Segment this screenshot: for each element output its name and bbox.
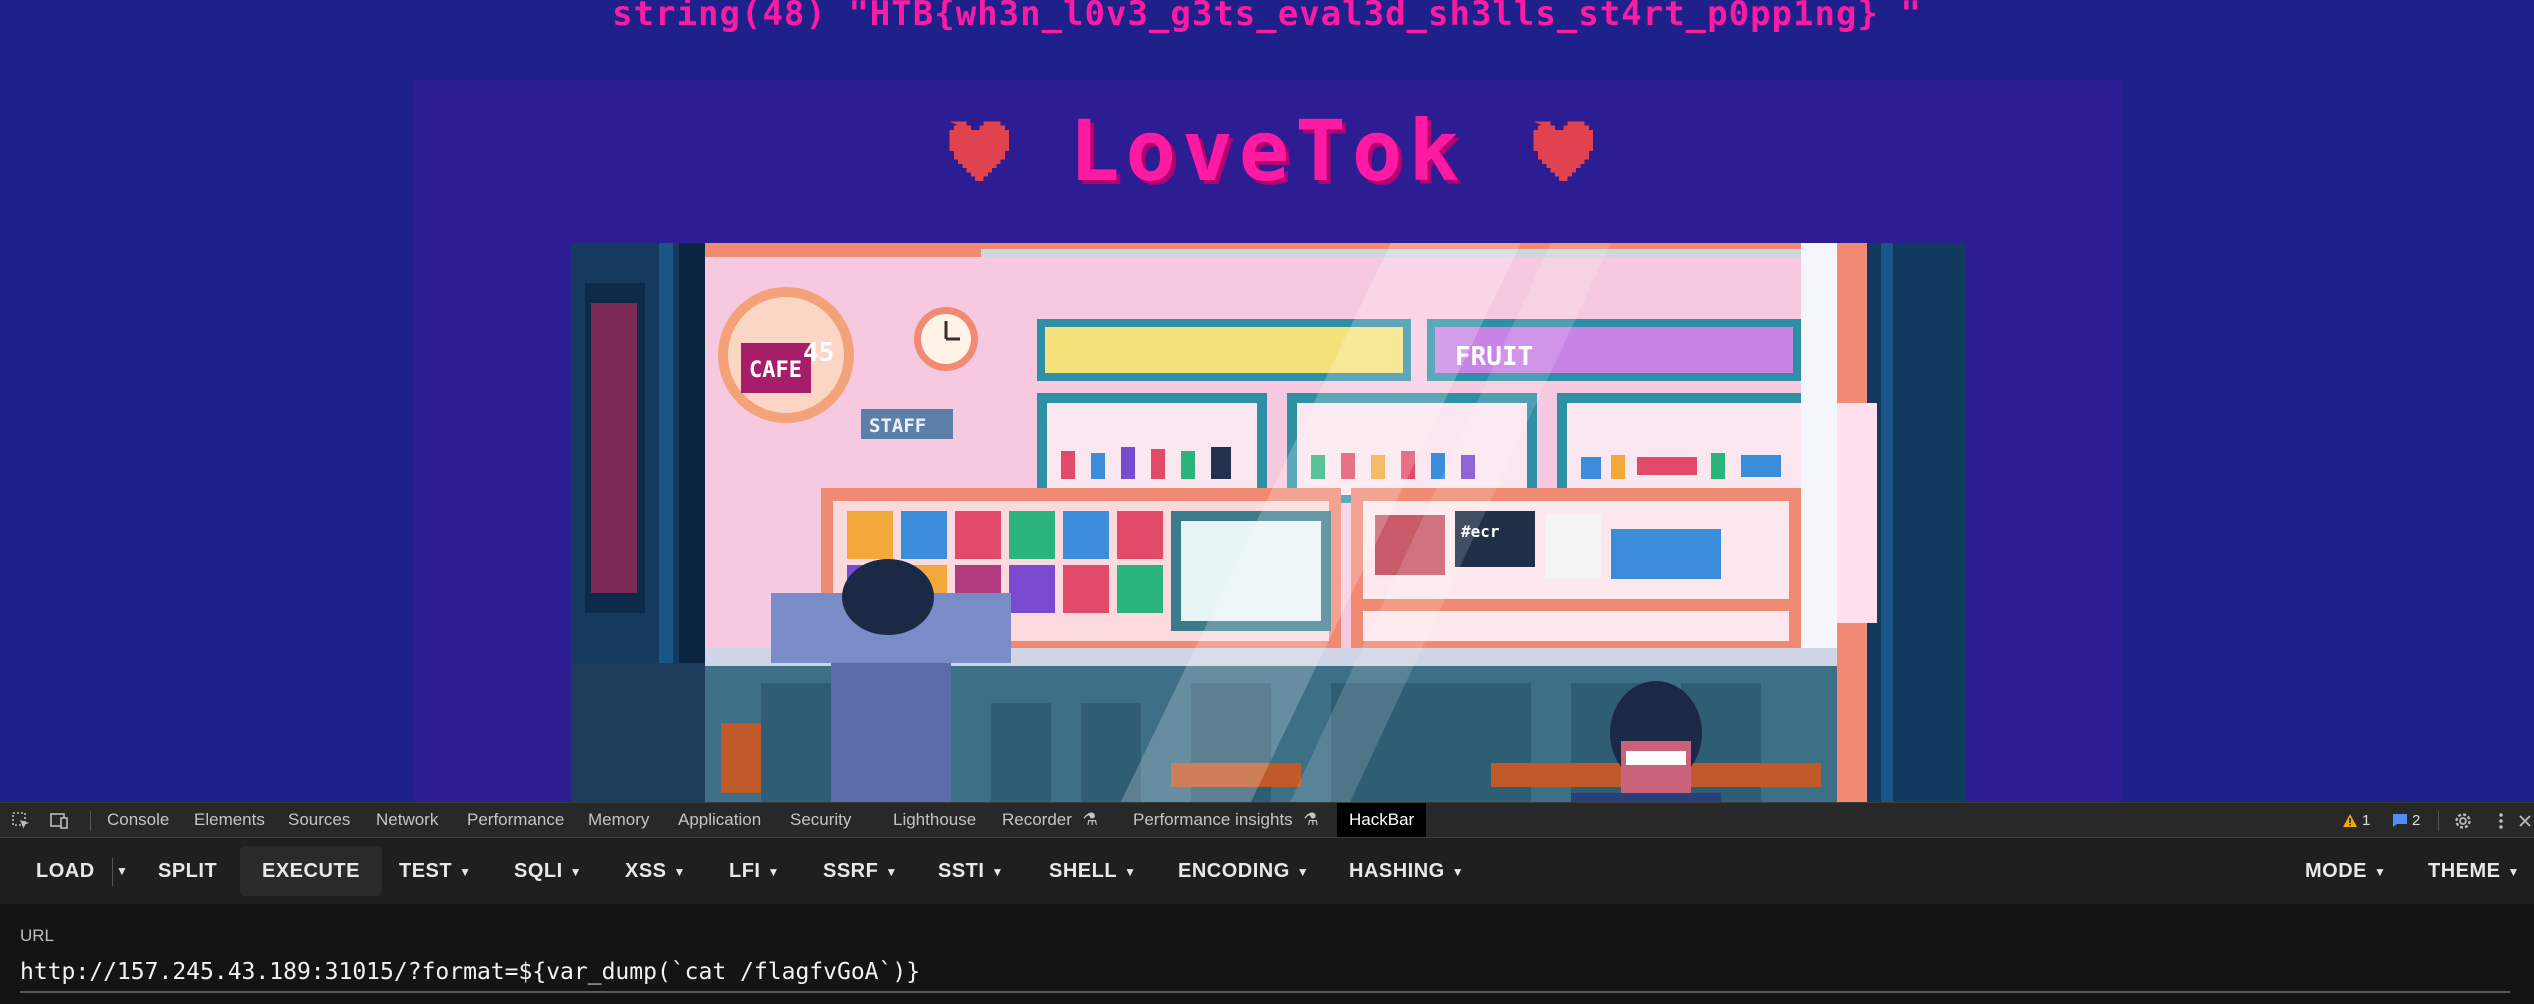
more-vertical-icon[interactable] [2490, 810, 2512, 832]
ssti-menu-label: SSTI [938, 860, 985, 882]
test-menu[interactable]: TEST ▼ [399, 846, 472, 896]
caret-down-icon: ▼ [2374, 864, 2387, 879]
xss-menu-label: XSS [625, 860, 667, 882]
lfi-menu[interactable]: LFI ▼ [729, 846, 780, 896]
encoding-menu-label: ENCODING [1178, 860, 1290, 882]
hashing-menu[interactable]: HASHING ▼ [1349, 846, 1464, 896]
shell-menu-label: SHELL [1049, 860, 1118, 882]
mode-menu-label: MODE [2305, 860, 2367, 882]
close-icon[interactable] [2514, 810, 2534, 832]
sqli-menu[interactable]: SQLI ▼ [514, 846, 582, 896]
var-dump-output: string(48) "HTB{wh3n_l0v3_g3ts_eval3d_sh… [612, 0, 1922, 34]
cafe-illustration: CAFE 45 STAFF FRUIT #ecr [571, 243, 1965, 802]
cafe-sign-number: 45 [803, 338, 834, 368]
page-title: LoveTok [1068, 102, 1465, 200]
flask-icon: ⚗ [1303, 810, 1319, 829]
tab-sources[interactable]: Sources [288, 803, 350, 837]
theme-menu[interactable]: THEME ▼ [2428, 846, 2520, 896]
caret-down-icon: ▼ [1124, 864, 1137, 879]
warnings-count: 1 [2362, 811, 2371, 829]
hackbar-toolbar: LOAD ▼ SPLIT EXECUTE TEST ▼ SQLI ▼ XSS ▼ LF… [0, 838, 2534, 904]
inspect-icon[interactable] [10, 810, 32, 832]
heart-icon [1533, 121, 1593, 181]
caret-down-icon: ▼ [1451, 864, 1465, 879]
caret-down-icon: ▼ [991, 864, 1004, 879]
ssrf-menu-label: SSRF [823, 860, 879, 882]
webpage: string(48) "HTB{wh3n_l0v3_g3ts_eval3d_sh… [0, 0, 2534, 802]
main-card: LoveTok CAFE 45 STAFF FRUIT #ecr [413, 80, 2121, 802]
url-label: URL [20, 926, 55, 945]
hashing-menu-label: HASHING [1349, 860, 1445, 882]
ssti-menu[interactable]: SSTI ▼ [938, 846, 1004, 896]
messages-badge[interactable]: 2 [2392, 810, 2420, 830]
tab-hackbar[interactable]: HackBar [1337, 803, 1427, 837]
settings-gear-icon[interactable] [2452, 810, 2474, 832]
sqli-menu-label: SQLI [514, 860, 563, 882]
tab-recorder[interactable]: Recorder ⚗ [1002, 803, 1098, 837]
toolbar-divider [2438, 811, 2439, 831]
tab-performance-insights-label: Performance insights [1133, 810, 1293, 829]
tab-application[interactable]: Application [678, 803, 761, 837]
caret-down-icon: ▼ [673, 864, 686, 879]
load-divider [112, 858, 113, 886]
warnings-badge[interactable]: 1 [2342, 810, 2370, 830]
url-section: URL [0, 904, 2534, 1004]
lfi-menu-label: LFI [729, 860, 761, 882]
theme-menu-label: THEME [2428, 860, 2501, 882]
caret-down-icon: ▼ [569, 864, 583, 879]
tab-performance-insights[interactable]: Performance insights ⚗ [1133, 803, 1319, 837]
devtools-panel: Console Elements Sources Network Perform… [0, 802, 2534, 1004]
execute-button[interactable]: EXECUTE [240, 846, 382, 896]
url-input[interactable] [20, 953, 2510, 993]
tab-console[interactable]: Console [107, 803, 169, 837]
tab-security[interactable]: Security [790, 803, 851, 837]
staff-sign-text: STAFF [869, 415, 926, 437]
heart-icon [949, 121, 1009, 181]
caret-down-icon: ▼ [885, 864, 898, 879]
xss-menu[interactable]: XSS ▼ [625, 846, 686, 896]
test-menu-label: TEST [399, 860, 453, 882]
cafe-sign-text: CAFE [749, 358, 802, 383]
load-dropdown-icon[interactable]: ▼ [116, 846, 128, 896]
tab-recorder-label: Recorder [1002, 810, 1072, 829]
tab-network[interactable]: Network [376, 803, 438, 837]
load-button[interactable]: LOAD [36, 846, 95, 896]
tab-elements[interactable]: Elements [194, 803, 265, 837]
device-toolbar-icon[interactable] [48, 810, 70, 832]
tab-performance[interactable]: Performance [467, 803, 564, 837]
title-row: LoveTok [413, 96, 2121, 206]
encoding-menu[interactable]: ENCODING ▼ [1178, 846, 1309, 896]
toolbar-divider [90, 811, 91, 831]
split-button[interactable]: SPLIT [158, 846, 217, 896]
caret-down-icon: ▼ [459, 864, 472, 879]
messages-count: 2 [2412, 811, 2421, 829]
tab-lighthouse[interactable]: Lighthouse [893, 803, 976, 837]
flask-icon: ⚗ [1082, 810, 1098, 829]
caret-down-icon: ▼ [767, 864, 780, 879]
caret-down-icon: ▼ [2507, 864, 2520, 879]
shell-menu[interactable]: SHELL ▼ [1049, 846, 1136, 896]
mode-menu[interactable]: MODE ▼ [2305, 846, 2386, 896]
tab-memory[interactable]: Memory [588, 803, 649, 837]
warning-icon [2343, 813, 2357, 827]
caret-down-icon: ▼ [1296, 864, 1310, 879]
message-icon [2393, 813, 2407, 827]
devtools-tab-bar: Console Elements Sources Network Perform… [0, 802, 2534, 838]
ssrf-menu[interactable]: SSRF ▼ [823, 846, 898, 896]
